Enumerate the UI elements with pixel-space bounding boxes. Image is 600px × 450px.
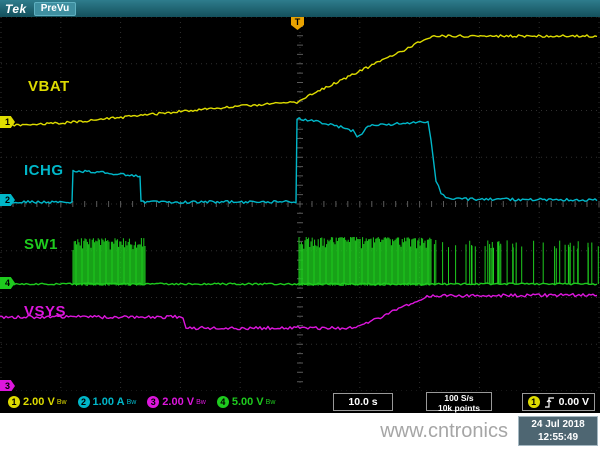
acquisition-mode-badge: PreVu [34, 2, 77, 16]
timebase-readout: 10.0 s [333, 393, 393, 411]
waveform-display [0, 0, 600, 413]
record-length: 10k points [427, 404, 491, 414]
channel-readouts: 12.00 VBw21.00 ABw32.00 VBw45.00 VBw [8, 391, 286, 413]
channel-2-bw-indicator: Bw [127, 399, 137, 408]
channel-3-readout: 32.00 VBw [147, 396, 206, 408]
channel-4-scale: 5.00 V [232, 396, 264, 408]
channel-4-bw-indicator: Bw [266, 399, 276, 408]
channel-3-badge: 3 [147, 396, 159, 408]
acquisition-readout: 100 S/s 10k points [426, 392, 492, 411]
channel-2-scale: 1.00 A [93, 396, 125, 408]
date-text: 24 Jul 2018 [519, 418, 597, 431]
tek-logo: Tek [5, 2, 27, 16]
channel-4-badge: 4 [217, 396, 229, 408]
channel-2-readout: 21.00 ABw [78, 396, 137, 408]
trigger-readout: 1 0.00 V [522, 393, 595, 411]
channel-1-badge: 1 [8, 396, 20, 408]
channel-1-readout: 12.00 VBw [8, 396, 67, 408]
channel-3-bw-indicator: Bw [196, 399, 206, 408]
watermark-strip: www.cntronics 24 Jul 2018 12:55:49 [0, 413, 600, 450]
trigger-source-badge: 1 [528, 396, 540, 408]
trigger-slope-icon [544, 396, 555, 409]
time-text: 12:55:49 [519, 431, 597, 444]
channel-1-bw-indicator: Bw [57, 399, 67, 408]
channel-3-scale: 2.00 V [162, 396, 194, 408]
topbar: Tek PreVu [0, 0, 600, 17]
datetime-box: 24 Jul 2018 12:55:49 [518, 416, 598, 446]
watermark-text: www.cntronics [380, 420, 508, 443]
channel-1-scale: 2.00 V [23, 396, 55, 408]
trigger-level: 0.00 V [559, 396, 589, 408]
scope-screen: Tek PreVu 1VBAT2ICHG3VSYS4SW1 T 12.00 VB… [0, 0, 600, 413]
channel-2-badge: 2 [78, 396, 90, 408]
channel-4-readout: 45.00 VBw [217, 396, 276, 408]
status-bar: 12.00 VBw21.00 ABw32.00 VBw45.00 VBw 10.… [0, 391, 600, 413]
